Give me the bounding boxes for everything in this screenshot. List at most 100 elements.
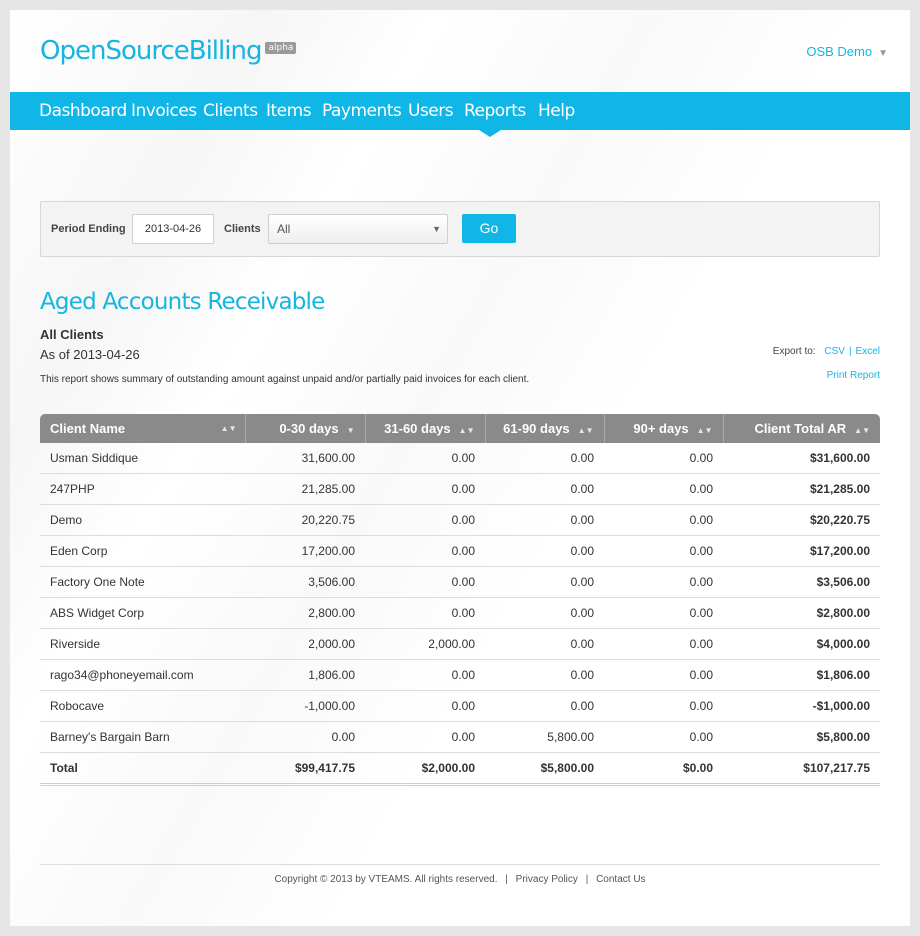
user-menu-label: OSB Demo	[806, 44, 873, 59]
table-row: Barney's Bargain Barn 0.00 0.00 5,800.00…	[40, 721, 880, 753]
client-name-cell: ABS Widget Corp	[40, 597, 245, 629]
cell-total-ar: $5,800.00	[723, 721, 880, 753]
nav-payments[interactable]: Payments	[322, 101, 402, 121]
column-header-90-plus-days[interactable]: 90+ days ▲▼	[604, 414, 724, 443]
user-menu[interactable]: OSB Demo ▼	[806, 44, 888, 59]
privacy-policy-link[interactable]: Privacy Policy	[516, 874, 578, 885]
period-ending-input[interactable]: 2013-04-26	[132, 214, 214, 244]
cell-61-90: 5,800.00	[485, 721, 604, 753]
cell-31-60: 0.00	[365, 535, 485, 567]
cell-90-plus: 0.00	[604, 597, 723, 629]
cell-90-plus: 0.00	[604, 659, 723, 691]
cell-61-90: 0.00	[485, 597, 604, 629]
brand-logo[interactable]: OpenSourceBilling alpha	[40, 36, 297, 66]
cell-61-90: 0.00	[485, 628, 604, 660]
client-name-cell: Barney's Bargain Barn	[40, 721, 245, 753]
cell-total-ar: $4,000.00	[723, 628, 880, 660]
nav-clients[interactable]: Clients	[203, 101, 258, 121]
footer: Copyright © 2013 by VTEAMS. All rights r…	[274, 874, 646, 885]
cell-61-90: 0.00	[485, 690, 604, 722]
cell-31-60: 0.00	[365, 690, 485, 722]
cell-90-plus: 0.00	[604, 535, 723, 567]
cell-0-30: 2,800.00	[245, 597, 365, 629]
client-name-cell: Robocave	[40, 690, 245, 722]
table-row: Demo 20,220.75 0.00 0.00 0.00 $20,220.75	[40, 504, 880, 536]
sort-icon: ▲▼	[458, 426, 475, 435]
export-csv-link[interactable]: CSV	[824, 346, 845, 357]
export-label: Export to:	[772, 346, 816, 357]
total-90-plus: $0.00	[604, 752, 723, 786]
cell-31-60: 0.00	[365, 566, 485, 598]
period-ending-label: Period Ending	[51, 223, 126, 235]
nav-users[interactable]: Users	[408, 101, 454, 121]
alpha-badge: alpha	[265, 41, 297, 54]
brand-name: OpenSourceBilling	[40, 36, 262, 66]
cell-0-30: 1,806.00	[245, 659, 365, 691]
clients-select-value: All	[277, 222, 291, 236]
sort-icon: ▲▼	[220, 424, 237, 433]
client-name-cell: Usman Siddique	[40, 443, 245, 474]
cell-31-60: 2,000.00	[365, 628, 485, 660]
export-excel-link[interactable]: Excel	[856, 346, 880, 357]
cell-90-plus: 0.00	[604, 628, 723, 660]
clients-select[interactable]: All ▼	[268, 214, 448, 244]
print-report-link[interactable]: Print Report	[827, 370, 880, 381]
client-name-cell: 247PHP	[40, 473, 245, 505]
client-name-cell: Riverside	[40, 628, 245, 660]
page-title: Aged Accounts Receivable	[40, 289, 325, 315]
cell-90-plus: 0.00	[604, 721, 723, 753]
cell-31-60: 0.00	[365, 473, 485, 505]
column-header-61-90-days[interactable]: 61-90 days ▲▼	[485, 414, 605, 443]
cell-31-60: 0.00	[365, 443, 485, 474]
cell-0-30: 2,000.00	[245, 628, 365, 660]
total-label: Total	[40, 752, 245, 786]
nav-reports[interactable]: Reports	[464, 101, 526, 121]
contact-us-link[interactable]: Contact Us	[596, 874, 645, 885]
table-row: Usman Siddique 31,600.00 0.00 0.00 0.00 …	[40, 443, 880, 474]
column-header-client-total-ar[interactable]: Client Total AR ▲▼	[723, 414, 880, 443]
nav-items[interactable]: Items	[266, 101, 312, 121]
report-as-of: As of 2013-04-26	[40, 347, 140, 362]
cell-total-ar: $21,285.00	[723, 473, 880, 505]
cell-0-30: -1,000.00	[245, 690, 365, 722]
column-header-31-60-days[interactable]: 31-60 days ▲▼	[365, 414, 486, 443]
total-61-90: $5,800.00	[485, 752, 604, 786]
cell-90-plus: 0.00	[604, 504, 723, 536]
go-button[interactable]: Go	[462, 214, 516, 243]
cell-31-60: 0.00	[365, 504, 485, 536]
clients-label: Clients	[224, 223, 261, 235]
total-31-60: $2,000.00	[365, 752, 485, 786]
total-0-30: $99,417.75	[245, 752, 365, 786]
cell-61-90: 0.00	[485, 473, 604, 505]
cell-0-30: 21,285.00	[245, 473, 365, 505]
nav-help[interactable]: Help	[538, 101, 575, 121]
client-name-cell: Demo	[40, 504, 245, 536]
cell-total-ar: $1,806.00	[723, 659, 880, 691]
table-row: Riverside 2,000.00 2,000.00 0.00 0.00 $4…	[40, 628, 880, 660]
cell-total-ar: $31,600.00	[723, 443, 880, 474]
cell-90-plus: 0.00	[604, 473, 723, 505]
nav-invoices[interactable]: Invoices	[131, 101, 197, 121]
client-name-cell: Factory One Note	[40, 566, 245, 598]
sort-icon: ▲▼	[577, 426, 594, 435]
table-row: Eden Corp 17,200.00 0.00 0.00 0.00 $17,2…	[40, 535, 880, 567]
nav-dashboard[interactable]: Dashboard	[39, 101, 127, 121]
app-frame: OpenSourceBilling alpha OSB Demo ▼ Dashboa…	[10, 10, 910, 926]
cell-0-30: 17,200.00	[245, 535, 365, 567]
report-subtitle: All Clients	[40, 327, 104, 342]
cell-total-ar: $17,200.00	[723, 535, 880, 567]
cell-61-90: 0.00	[485, 535, 604, 567]
aged-receivables-table: Client Name ▲▼ 0-30 days ▼ 31-60 days ▲▼ 61…	[40, 414, 880, 786]
cell-0-30: 20,220.75	[245, 504, 365, 536]
export-links: Export to: CSV | Excel	[772, 346, 880, 357]
copyright-text: Copyright © 2013 by VTEAMS. All rights r…	[274, 874, 498, 885]
cell-total-ar: $20,220.75	[723, 504, 880, 536]
table-header-row: Client Name ▲▼ 0-30 days ▼ 31-60 days ▲▼ 61…	[40, 414, 880, 443]
column-header-client-name[interactable]: Client Name ▲▼	[40, 414, 246, 443]
report-description: This report shows summary of outstanding…	[40, 374, 530, 385]
sort-icon: ▲▼	[696, 426, 713, 435]
report-filter-bar: Period Ending 2013-04-26 Clients All ▼ G…	[40, 201, 880, 257]
column-header-0-30-days[interactable]: 0-30 days ▼	[245, 414, 366, 443]
main-nav: Dashboard Invoices Clients Items Payment…	[10, 92, 910, 130]
table-row: ABS Widget Corp 2,800.00 0.00 0.00 0.00 …	[40, 597, 880, 629]
